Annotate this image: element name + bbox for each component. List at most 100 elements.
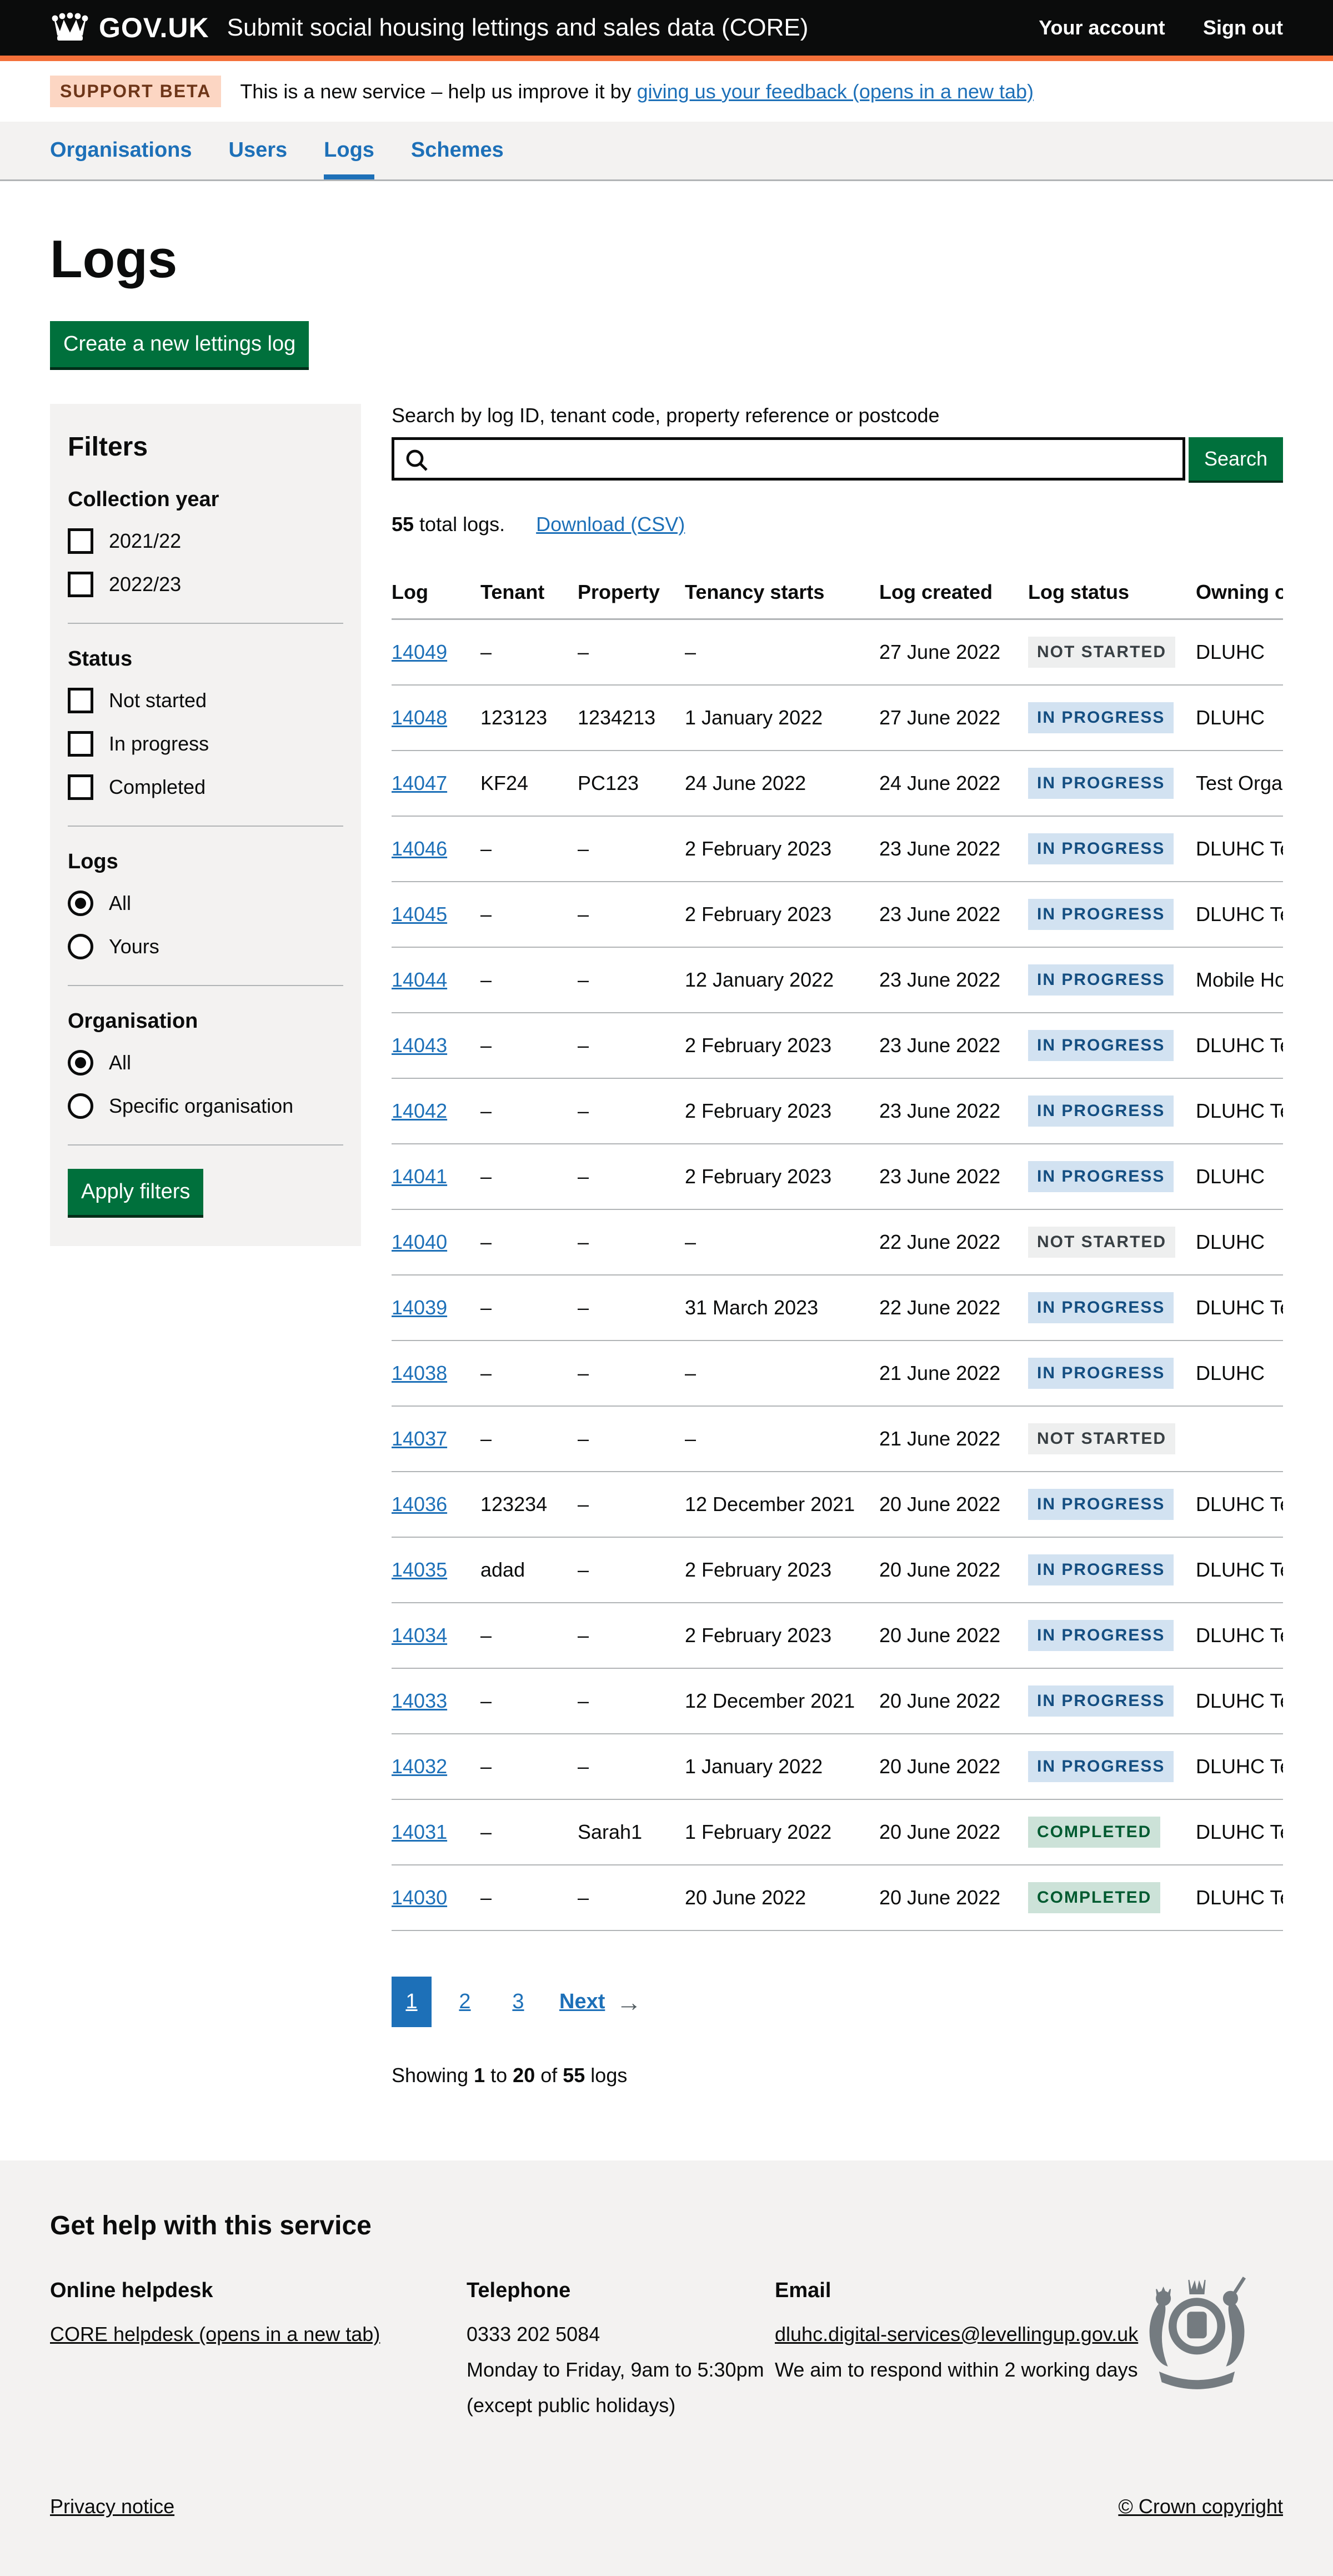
- filter-group-label-logs: Logs: [68, 850, 343, 874]
- log-link-14035[interactable]: 14035: [392, 1558, 447, 1581]
- log-link-14038[interactable]: 14038: [392, 1362, 447, 1384]
- feedback-link[interactable]: giving us your feedback (opens in a new …: [637, 80, 1034, 103]
- column-header-log-status: Log status: [1028, 571, 1196, 619]
- status-badge: NOT STARTED: [1028, 1423, 1175, 1454]
- tab-schemes[interactable]: Schemes: [411, 122, 504, 179]
- page-link-2[interactable]: 2: [445, 1977, 485, 2027]
- log-link-14046[interactable]: 14046: [392, 837, 447, 860]
- sign-out-link[interactable]: Sign out: [1203, 16, 1283, 39]
- privacy-notice-link[interactable]: Privacy notice: [50, 2495, 174, 2518]
- checkbox-input[interactable]: [68, 572, 93, 597]
- tenant-cell: –: [480, 1013, 578, 1078]
- status-badge: IN PROGRESS: [1028, 1685, 1174, 1717]
- owning-organisation-cell: DLUHC Tes: [1196, 1799, 1283, 1865]
- log-link-14042[interactable]: 14042: [392, 1099, 447, 1122]
- table-row: 14036123234–12 December 202120 June 2022…: [392, 1472, 1283, 1537]
- your-account-link[interactable]: Your account: [1039, 16, 1165, 39]
- tab-organisations[interactable]: Organisations: [50, 122, 192, 179]
- log-created-cell: 20 June 2022: [879, 1799, 1028, 1865]
- checkbox-input[interactable]: [68, 528, 93, 554]
- log-link-14030[interactable]: 14030: [392, 1886, 447, 1909]
- tenancy-starts-cell: 2 February 2023: [685, 882, 879, 947]
- log-link-14049[interactable]: 14049: [392, 641, 447, 663]
- status-badge: NOT STARTED: [1028, 637, 1175, 668]
- checkbox-status-completed[interactable]: Completed: [68, 774, 343, 800]
- log-link-14032[interactable]: 14032: [392, 1755, 447, 1778]
- table-row: 14045––2 February 202323 June 2022IN PRO…: [392, 882, 1283, 947]
- checkbox-input[interactable]: [68, 774, 93, 800]
- radio-organisation-all[interactable]: All: [68, 1050, 343, 1076]
- log-link-14044[interactable]: 14044: [392, 968, 447, 991]
- log-link-14034[interactable]: 14034: [392, 1624, 447, 1647]
- log-link-14033[interactable]: 14033: [392, 1689, 447, 1712]
- filters-divider: [68, 826, 343, 827]
- core-helpdesk-opens-in-a-new-tab-link[interactable]: CORE helpdesk (opens in a new tab): [50, 2323, 467, 2346]
- radio-input[interactable]: [68, 1093, 93, 1119]
- create-lettings-log-button[interactable]: Create a new lettings log: [50, 321, 309, 367]
- checkbox-collection-year-2021-22[interactable]: 2021/22: [68, 528, 343, 554]
- footer-heading: Get help with this service: [50, 2210, 1283, 2241]
- log-created-cell: 23 June 2022: [879, 1078, 1028, 1144]
- radio-input[interactable]: [68, 934, 93, 959]
- radio-logs-yours[interactable]: Yours: [68, 934, 343, 959]
- radio-input[interactable]: [68, 1050, 93, 1076]
- log-link-14043[interactable]: 14043: [392, 1034, 447, 1057]
- tenancy-starts-cell: –: [685, 1406, 879, 1472]
- status-badge: NOT STARTED: [1028, 1227, 1175, 1258]
- tab-logs[interactable]: Logs: [324, 122, 374, 179]
- search-icon: [403, 447, 431, 477]
- owning-organisation-cell: DLUHC: [1196, 1209, 1283, 1275]
- log-link-14031[interactable]: 14031: [392, 1820, 447, 1843]
- log-link-14041[interactable]: 14041: [392, 1165, 447, 1188]
- checkbox-status-in-progress[interactable]: In progress: [68, 731, 343, 757]
- owning-organisation-cell: DLUHC Tes: [1196, 1668, 1283, 1734]
- checkbox-input[interactable]: [68, 731, 93, 757]
- column-header-property: Property: [578, 571, 685, 619]
- checkbox-collection-year-2022-23[interactable]: 2022/23: [68, 572, 343, 597]
- log-link-14040[interactable]: 14040: [392, 1231, 447, 1253]
- apply-filters-button[interactable]: Apply filters: [68, 1169, 203, 1215]
- service-name-link[interactable]: Submit social housing lettings and sales…: [227, 14, 809, 42]
- search-button[interactable]: Search: [1189, 437, 1283, 481]
- search-input[interactable]: [394, 440, 1182, 478]
- owning-organisation-cell: DLUHC Tes: [1196, 882, 1283, 947]
- tenancy-starts-cell: 2 February 2023: [685, 1144, 879, 1209]
- status-badge: IN PROGRESS: [1028, 833, 1174, 864]
- log-link-14037[interactable]: 14037: [392, 1427, 447, 1450]
- search-box: [392, 437, 1185, 481]
- radio-organisation-specific-organisation[interactable]: Specific organisation: [68, 1093, 343, 1119]
- log-created-cell: 21 June 2022: [879, 1340, 1028, 1406]
- download-csv-link[interactable]: Download (CSV): [536, 513, 685, 536]
- page-link-3[interactable]: 3: [498, 1977, 538, 2027]
- property-cell: –: [578, 1013, 685, 1078]
- log-link-14039[interactable]: 14039: [392, 1296, 447, 1319]
- checkbox-status-not-started[interactable]: Not started: [68, 688, 343, 713]
- status-badge: IN PROGRESS: [1028, 702, 1174, 733]
- next-page-link[interactable]: Next: [559, 1990, 605, 2014]
- log-link-14036[interactable]: 14036: [392, 1493, 447, 1515]
- checkbox-input[interactable]: [68, 688, 93, 713]
- log-link-14047[interactable]: 14047: [392, 772, 447, 794]
- radio-logs-all[interactable]: All: [68, 891, 343, 916]
- owning-organisation-cell: DLUHC Tes: [1196, 1078, 1283, 1144]
- property-cell: –: [578, 1472, 685, 1537]
- tab-users[interactable]: Users: [229, 122, 288, 179]
- tenancy-starts-cell: 2 February 2023: [685, 1603, 879, 1668]
- table-row: 14039––31 March 202322 June 2022IN PROGR…: [392, 1275, 1283, 1340]
- log-link-14048[interactable]: 14048: [392, 706, 447, 729]
- tenant-cell: 123123: [480, 685, 578, 751]
- owning-organisation-cell: Mobile Hou: [1196, 947, 1283, 1013]
- log-created-cell: 20 June 2022: [879, 1865, 1028, 1930]
- tenant-cell: KF24: [480, 751, 578, 816]
- log-created-cell: 20 June 2022: [879, 1603, 1028, 1668]
- log-link-14045[interactable]: 14045: [392, 903, 447, 926]
- table-row: 14042––2 February 202323 June 2022IN PRO…: [392, 1078, 1283, 1144]
- radio-input[interactable]: [68, 891, 93, 916]
- status-badge: IN PROGRESS: [1028, 768, 1174, 799]
- page-link-1[interactable]: 1: [392, 1977, 432, 2027]
- govuk-home-link[interactable]: GOV.UK: [50, 11, 209, 46]
- filters-divider: [68, 985, 343, 986]
- tenant-cell: –: [480, 1340, 578, 1406]
- crown-copyright-link[interactable]: © Crown copyright: [1118, 2495, 1283, 2518]
- phase-banner: SUPPORT BETA This is a new service – hel…: [0, 61, 1333, 122]
